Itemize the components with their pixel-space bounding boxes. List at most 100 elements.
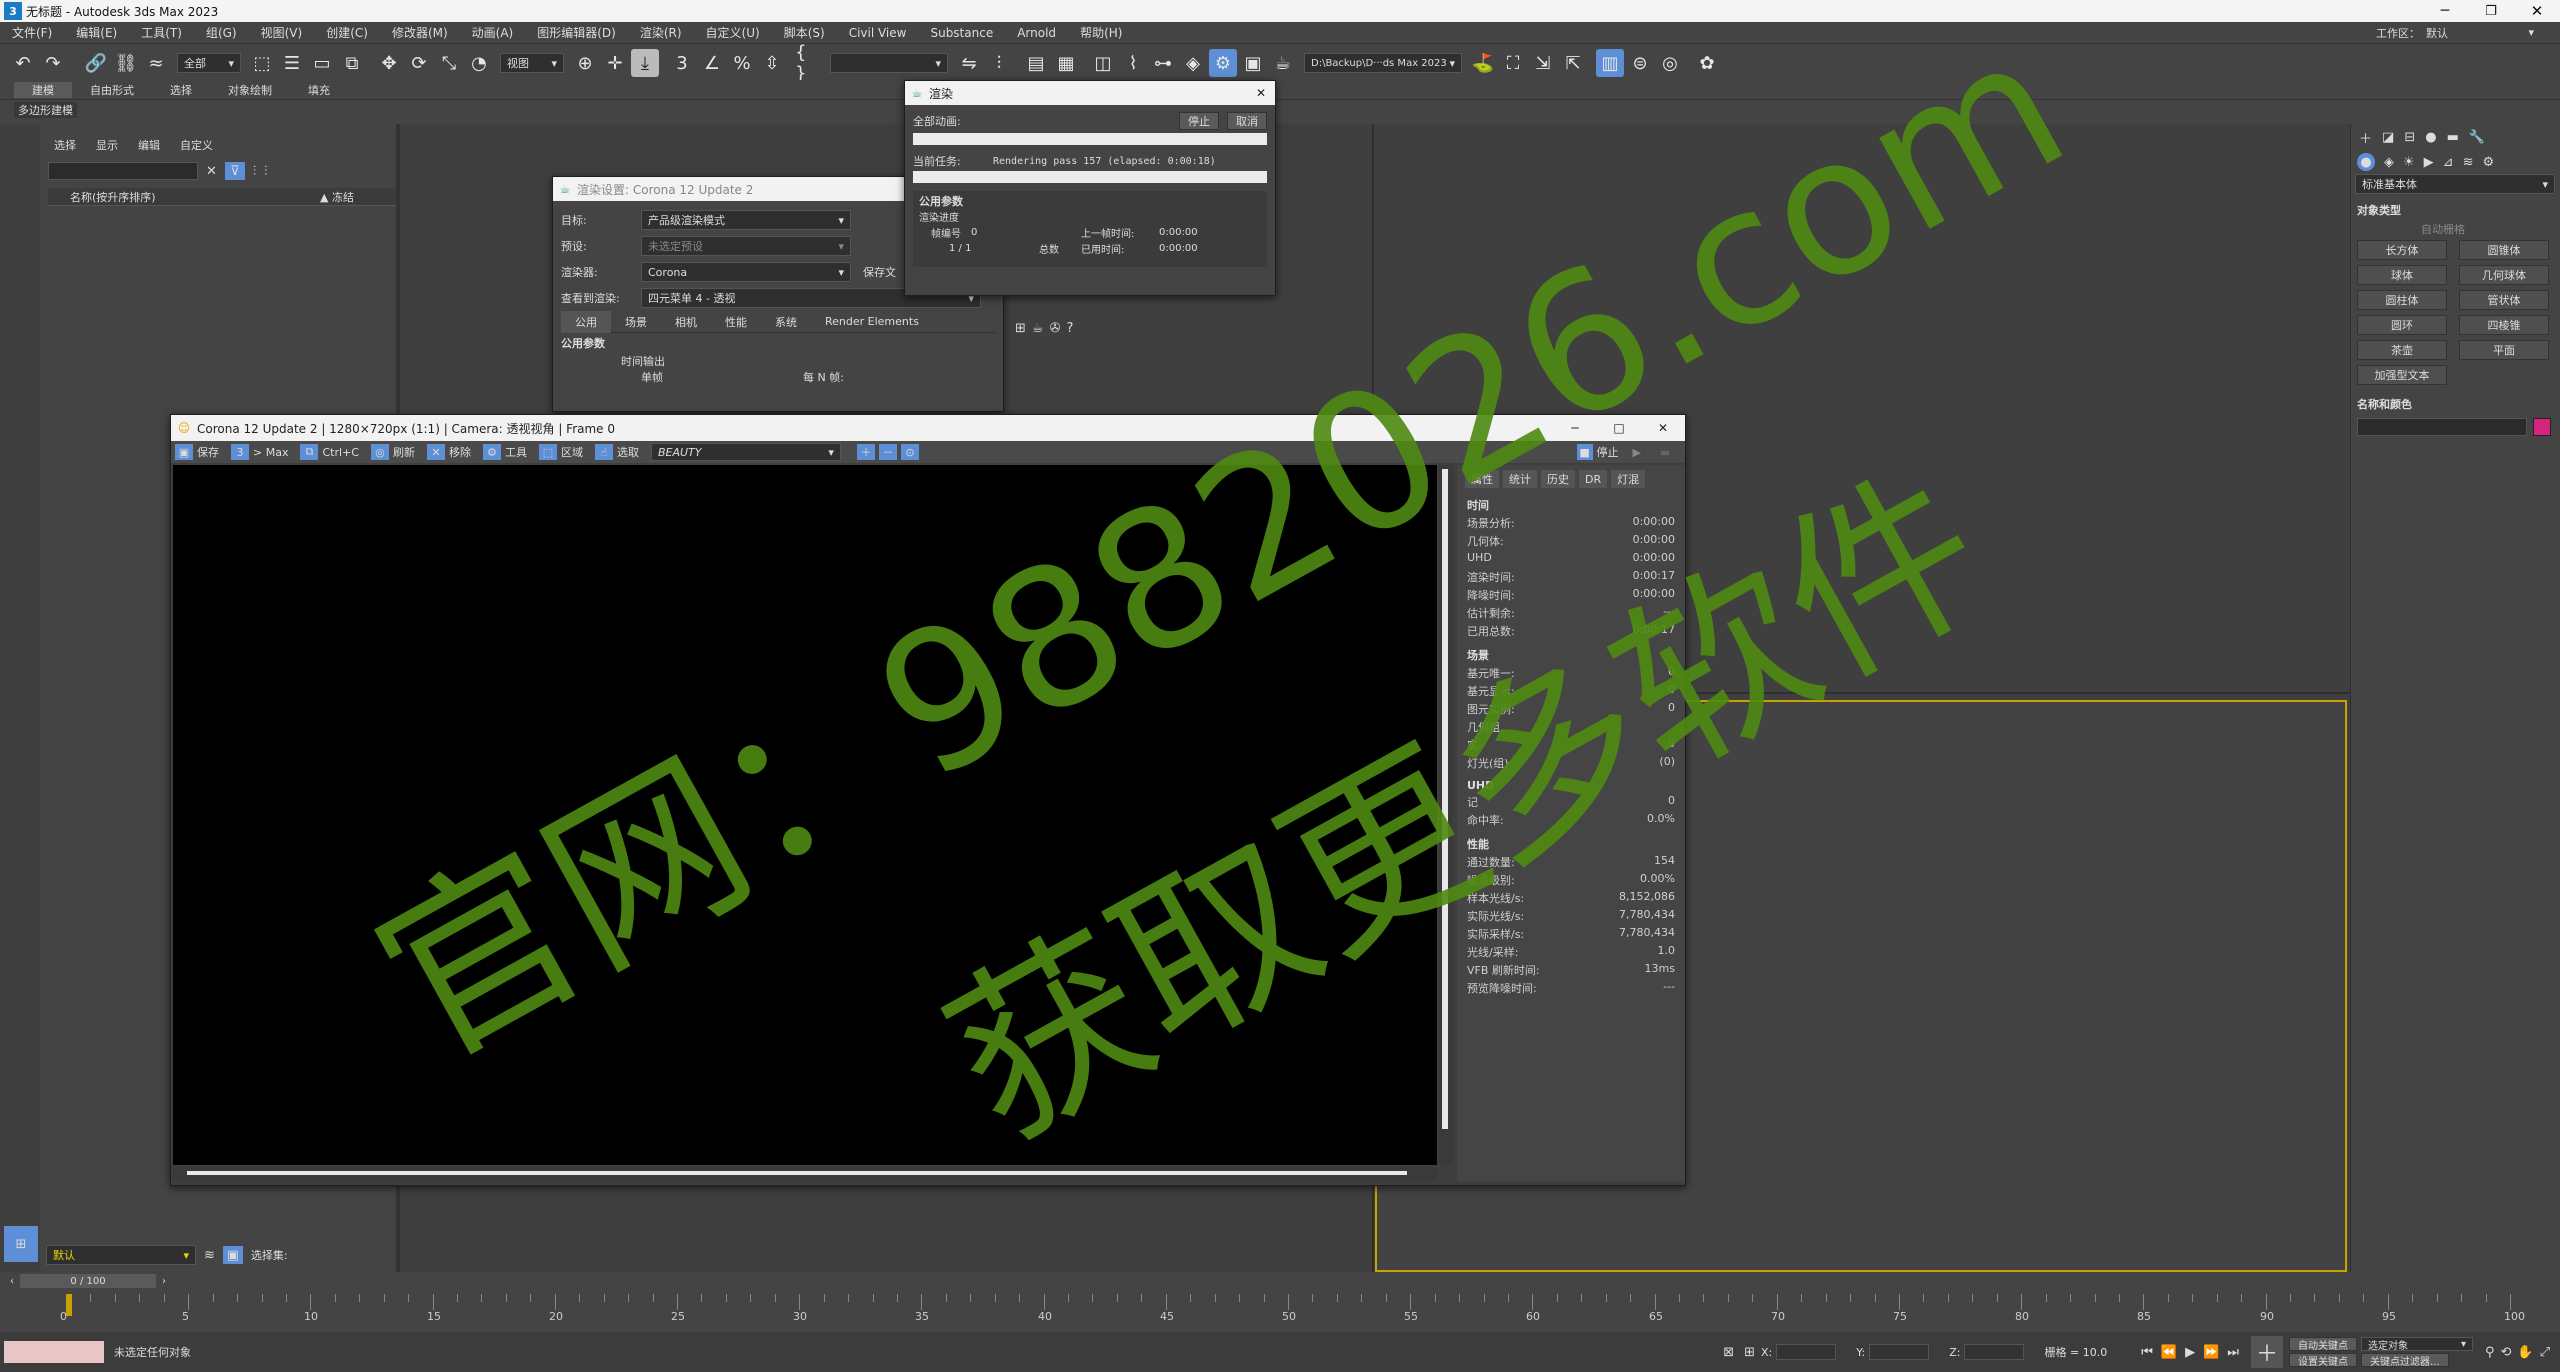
y-coord-input[interactable] (1869, 1344, 1930, 1360)
percent-snap-icon[interactable]: % (728, 49, 756, 77)
primitive-button[interactable]: 四棱锥 (2459, 315, 2549, 335)
rendered-frame-icon[interactable]: ▣ (1239, 49, 1267, 77)
object-color-swatch[interactable] (2533, 418, 2551, 436)
maxscript-listener[interactable] (4, 1341, 104, 1363)
render-teapot-icon[interactable]: ☕ (1032, 321, 1044, 336)
vfb-close-button[interactable]: ✕ (1641, 421, 1685, 435)
modify-tab-icon[interactable]: ◪ (2382, 130, 2394, 145)
remove-icon[interactable]: ✕ (426, 444, 445, 460)
primitive-button[interactable]: 茶壶 (2357, 340, 2447, 360)
preset-dropdown[interactable]: 未选定预设 ▾ (641, 236, 851, 256)
vfb-side-tab[interactable]: 统计 (1503, 470, 1537, 488)
perf-section-header[interactable]: 性能 (1457, 830, 1685, 854)
object-type-header[interactable]: 对象类型 (2357, 202, 2401, 218)
named-selection-dropdown[interactable]: ▾ (830, 53, 948, 73)
render-production-icon[interactable]: ☕ (1269, 49, 1297, 77)
render-setup-tab[interactable]: Render Elements (811, 311, 933, 333)
stop-render-button[interactable]: 停止 (1179, 112, 1219, 130)
pick-icon[interactable]: ☝ (594, 444, 613, 460)
primitive-button[interactable]: 球体 (2357, 265, 2447, 285)
menu-item[interactable]: 创建(C) (314, 24, 380, 41)
time-cursor[interactable] (66, 1294, 72, 1316)
move-icon[interactable]: ✥ (375, 49, 403, 77)
goto-end-icon[interactable]: ⏭ (2227, 1345, 2239, 1360)
time-section-header[interactable]: 时间 (1457, 489, 1685, 515)
viewport-layouts-icon[interactable]: ⊞ (4, 1226, 38, 1262)
selected-dropdown[interactable]: 选定对象 ▾ (2360, 1337, 2473, 1352)
menu-item[interactable]: 修改器(M) (380, 24, 460, 41)
uhd-section-header[interactable]: UHD (1457, 773, 1685, 794)
menu-item[interactable]: 动画(A) (460, 24, 526, 41)
layer-icon[interactable]: ⫶ (264, 164, 267, 179)
menu-item[interactable]: 帮助(H) (1068, 24, 1134, 41)
layer-dropdown[interactable]: 默认 ▾ (46, 1245, 196, 1265)
menu-item[interactable]: 图形编辑器(D) (525, 24, 628, 41)
render-setup-tab[interactable]: 公用 (561, 310, 611, 333)
toggle-scene-explorer-icon[interactable]: ▦ (1052, 49, 1080, 77)
render-setup-tab[interactable]: 系统 (761, 311, 811, 333)
render-play-icon[interactable]: ▶ (1633, 446, 1641, 459)
motion-tab-icon[interactable]: ● (2425, 130, 2436, 145)
toggle-ribbon-icon[interactable]: ◫ (1089, 49, 1117, 77)
render-setup-tab[interactable]: 性能 (711, 311, 761, 333)
spinner-snap-icon[interactable]: ⇳ (758, 49, 786, 77)
rect-selection-icon[interactable]: ▭ (308, 49, 336, 77)
schematic-view-icon[interactable]: ⊶ (1149, 49, 1177, 77)
link-icon[interactable]: 🔗 (82, 49, 110, 77)
ribbon-tab[interactable]: 选择 (152, 82, 210, 98)
rotate-icon[interactable]: ⟳ (405, 49, 433, 77)
name-color-header[interactable]: 名称和颜色 (2357, 396, 2412, 412)
vfb-stop-button[interactable]: 停止 (1597, 444, 1619, 460)
save-file-checkbox[interactable]: 保存文 (863, 264, 896, 280)
autokey-button[interactable]: 自动关键点 (2288, 1337, 2357, 1352)
scale-icon[interactable]: ⤡ (435, 49, 463, 77)
target-dropdown[interactable]: 产品级渲染模式 ▾ (641, 210, 851, 230)
workspace-dropdown[interactable]: 默认 ▾ (2420, 22, 2540, 43)
material-editor-icon[interactable]: ◈ (1179, 49, 1207, 77)
ribbon-tab[interactable]: 自由形式 (72, 82, 152, 98)
shapes-icon[interactable]: ◈ (2384, 155, 2394, 170)
minimize-button[interactable]: ─ (2422, 3, 2468, 19)
zoom-out-icon[interactable]: － (878, 444, 897, 460)
copy-button[interactable]: Ctrl+C (322, 446, 358, 459)
pick-button[interactable]: 选取 (617, 444, 639, 460)
vfb-side-tab[interactable]: DR (1579, 470, 1608, 488)
menu-item[interactable]: Civil View (837, 26, 919, 40)
selection-filter-dropdown[interactable]: 全部 ▾ (177, 53, 241, 73)
layers-stack-icon[interactable]: ≋ (204, 1248, 215, 1263)
prev-frame-icon[interactable]: ‹ (10, 1276, 14, 1287)
ribbon-subtab[interactable]: 多边形建模 (14, 102, 77, 118)
menu-item[interactable]: 文件(F) (0, 24, 64, 41)
render-setup-tab[interactable]: 场景 (611, 311, 661, 333)
time-slider[interactable]: 0 / 100 (20, 1274, 156, 1288)
maximize-button[interactable]: ❐ (2468, 4, 2514, 19)
refresh-button[interactable]: 刷新 (393, 444, 415, 460)
angle-snap-icon[interactable]: ∠ (698, 49, 726, 77)
scene-explorer-tab[interactable]: 选择 (54, 137, 76, 153)
create-tab-icon[interactable]: ＋ (2359, 128, 2372, 147)
undo-icon[interactable]: ↶ (9, 49, 37, 77)
refresh-icon[interactable]: ◎ (370, 444, 389, 460)
display-tab-icon[interactable]: ▬ (2447, 130, 2459, 145)
z-coord-input[interactable] (1964, 1344, 2025, 1360)
layer-explorer-icon[interactable]: ▤ (1022, 49, 1050, 77)
column-frozen-header[interactable]: ▲ 冻结 (320, 189, 354, 205)
snaps-toggle-icon[interactable]: 3 (668, 49, 696, 77)
selection-set-icon[interactable]: ▣ (222, 1246, 243, 1264)
zoom-fit-icon[interactable]: ⊙ (900, 444, 919, 460)
redo-icon[interactable]: ↷ (39, 49, 67, 77)
clear-search-icon[interactable]: ✕ (206, 164, 217, 179)
play-icon[interactable]: ▶ (2185, 1345, 2195, 1360)
pivot-icon[interactable]: ⊕ (571, 49, 599, 77)
render-close-button[interactable]: ✕ (1247, 86, 1275, 100)
menu-item[interactable]: 脚本(S) (772, 24, 837, 41)
next-key-icon[interactable]: ⏩ (2203, 1345, 2219, 1360)
project-open-icon[interactable]: ⇲ (1529, 49, 1557, 77)
vfb-maximize-button[interactable]: □ (1597, 421, 1641, 435)
primitive-button[interactable]: 圆锥体 (2459, 240, 2549, 260)
systems-icon[interactable]: ⚙ (2482, 155, 2494, 170)
cancel-render-button[interactable]: 取消 (1227, 112, 1267, 130)
named-selection-icon[interactable]: { } (795, 42, 823, 84)
set-key-button[interactable]: 设置关键点 (2288, 1353, 2357, 1368)
vertical-scrollbar[interactable] (1439, 465, 1453, 1165)
